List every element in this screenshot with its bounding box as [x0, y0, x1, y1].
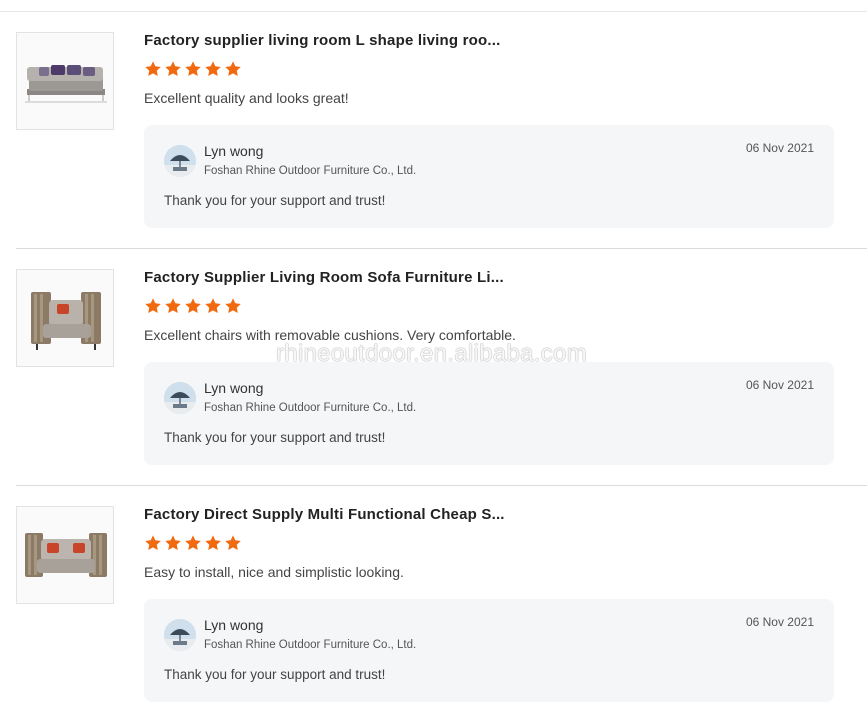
- reply-text: Thank you for your support and trust!: [164, 193, 386, 208]
- star-icon: [144, 297, 162, 315]
- star-icon: [204, 297, 222, 315]
- avatar: [164, 619, 196, 651]
- star-icon: [224, 534, 242, 552]
- rating-stars: [144, 297, 242, 319]
- star-icon: [164, 297, 182, 315]
- product-title-link[interactable]: Factory supplier living room L shape liv…: [144, 32, 564, 49]
- star-icon: [184, 60, 202, 78]
- reply-date: 06 Nov 2021: [745, 378, 814, 392]
- review-comment: Easy to install, nice and simplistic loo…: [144, 564, 404, 580]
- star-icon: [144, 60, 162, 78]
- review-comment: Excellent chairs with removable cushions…: [144, 327, 516, 343]
- supplier-reply: Lyn wong Foshan Rhine Outdoor Furniture …: [144, 362, 834, 465]
- reply-company: Foshan Rhine Outdoor Furniture Co., Ltd.: [204, 165, 417, 177]
- star-icon: [204, 60, 222, 78]
- reply-company: Foshan Rhine Outdoor Furniture Co., Ltd.: [204, 639, 417, 651]
- product-thumbnail[interactable]: [16, 32, 114, 130]
- product-thumbnail[interactable]: [16, 506, 114, 604]
- rating-stars: [144, 534, 242, 556]
- star-icon: [164, 534, 182, 552]
- armchair-product-image: [17, 270, 113, 366]
- reply-author-name: Lyn wong: [204, 380, 264, 396]
- reply-text: Thank you for your support and trust!: [164, 667, 386, 682]
- star-icon: [164, 60, 182, 78]
- star-icon: [224, 60, 242, 78]
- reply-company: Foshan Rhine Outdoor Furniture Co., Ltd.: [204, 402, 417, 414]
- review-item: Factory Supplier Living Room Sofa Furnit…: [16, 249, 867, 486]
- supplier-reply: Lyn wong Foshan Rhine Outdoor Furniture …: [144, 125, 834, 228]
- reply-date: 06 Nov 2021: [745, 615, 814, 629]
- loveseat-product-image: [17, 507, 113, 603]
- reply-author-name: Lyn wong: [204, 143, 264, 159]
- star-icon: [184, 534, 202, 552]
- avatar: [164, 145, 196, 177]
- product-thumbnail[interactable]: [16, 269, 114, 367]
- star-icon: [204, 534, 222, 552]
- supplier-reply: Lyn wong Foshan Rhine Outdoor Furniture …: [144, 599, 834, 702]
- product-title-link[interactable]: Factory Direct Supply Multi Functional C…: [144, 506, 564, 523]
- reply-date: 06 Nov 2021: [745, 141, 814, 155]
- reply-author-name: Lyn wong: [204, 617, 264, 633]
- review-comment: Excellent quality and looks great!: [144, 90, 349, 106]
- avatar: [164, 382, 196, 414]
- rating-stars: [144, 60, 242, 82]
- reply-text: Thank you for your support and trust!: [164, 430, 386, 445]
- star-icon: [224, 297, 242, 315]
- product-title-link[interactable]: Factory Supplier Living Room Sofa Furnit…: [144, 269, 564, 286]
- review-item: Factory supplier living room L shape liv…: [16, 12, 867, 249]
- review-item: Factory Direct Supply Multi Functional C…: [16, 486, 867, 723]
- sofa-product-image: [17, 33, 113, 129]
- star-icon: [184, 297, 202, 315]
- star-icon: [144, 534, 162, 552]
